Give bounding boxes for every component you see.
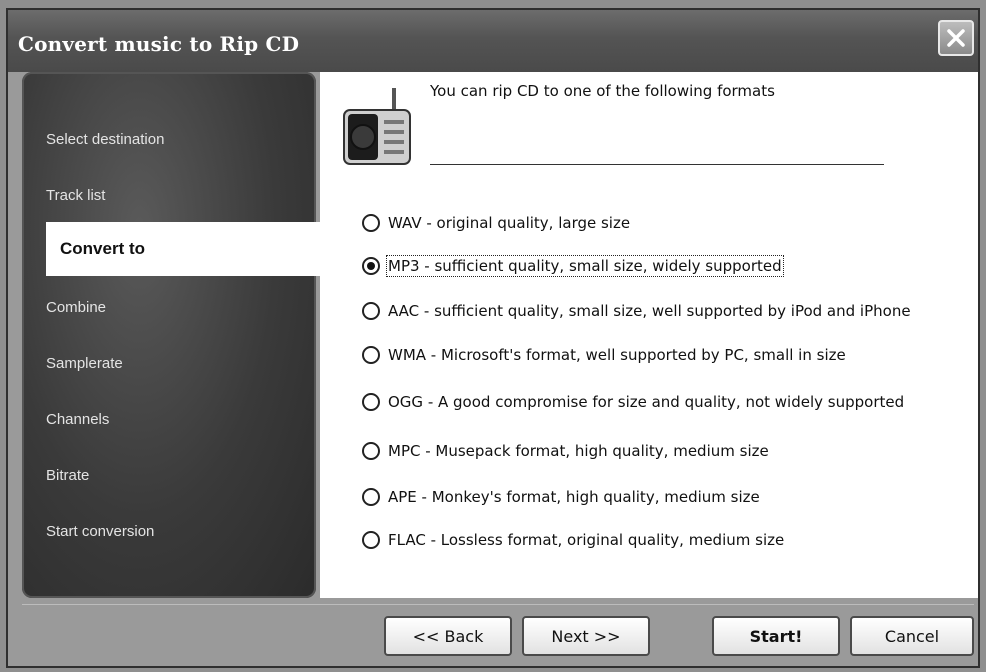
option-flac[interactable]: FLAC - Lossless format, original quality… [362,527,784,553]
close-button[interactable] [938,20,974,56]
nav-item-channels[interactable]: Channels [46,410,316,430]
option-wma[interactable]: WMA - Microsoft's format, well supported… [362,342,846,368]
nav-item-bitrate[interactable]: Bitrate [46,466,316,486]
content-panel: You can rip CD to one of the following f… [320,72,978,598]
option-label: APE - Monkey's format, high quality, med… [388,488,760,506]
title-bar: Convert music to Rip CD [8,10,978,72]
option-aac[interactable]: AAC - sufficient quality, small size, we… [362,298,911,324]
radio-button[interactable] [362,257,380,275]
heading-divider [430,164,884,165]
radio-button[interactable] [362,214,380,232]
option-wav[interactable]: WAV - original quality, large size [362,210,630,236]
nav-item-combine[interactable]: Combine [46,298,316,318]
nav-item-samplerate[interactable]: Samplerate [46,354,316,374]
option-mp3[interactable]: MP3 - sufficient quality, small size, wi… [362,253,784,279]
option-label: WAV - original quality, large size [388,214,631,232]
nav-item-convert-to[interactable]: Convert to [46,222,320,276]
option-ape[interactable]: APE - Monkey's format, high quality, med… [362,484,760,510]
radio-button[interactable] [362,346,380,364]
nav-item-select-destination[interactable]: Select destination [46,130,316,150]
close-icon [945,27,967,49]
option-label: FLAC - Lossless format, original quality… [388,531,785,549]
option-label: MPC - Musepack format, high quality, med… [388,442,769,460]
format-heading: You can rip CD to one of the following f… [430,82,775,100]
radio-button[interactable] [362,393,380,411]
option-label: WMA - Microsoft's format, well supported… [388,346,846,364]
dialog-window: Convert music to Rip CD Select destinati… [6,8,980,668]
option-ogg[interactable]: OGG - A good compromise for size and qua… [362,389,904,415]
radio-icon [338,84,416,170]
nav-item-track-list[interactable]: Track list [46,186,316,206]
wizard-nav-panel: Select destination Track list Convert to… [22,72,320,598]
cancel-button[interactable]: Cancel [850,616,974,656]
option-mpc[interactable]: MPC - Musepack format, high quality, med… [362,438,769,464]
nav-item-start-conversion[interactable]: Start conversion [46,522,316,542]
option-label: MP3 - sufficient quality, small size, wi… [386,255,784,277]
button-bar: << Back Next >> Start! Cancel [8,598,978,666]
window-title: Convert music to Rip CD [18,32,300,56]
option-label: AAC - sufficient quality, small size, we… [388,302,911,320]
footer-divider [22,604,974,605]
radio-button[interactable] [362,442,380,460]
next-button[interactable]: Next >> [522,616,650,656]
radio-button[interactable] [362,302,380,320]
option-label: OGG - A good compromise for size and qua… [388,393,905,411]
radio-button[interactable] [362,488,380,506]
radio-button[interactable] [362,531,380,549]
back-button[interactable]: << Back [384,616,512,656]
start-button[interactable]: Start! [712,616,840,656]
